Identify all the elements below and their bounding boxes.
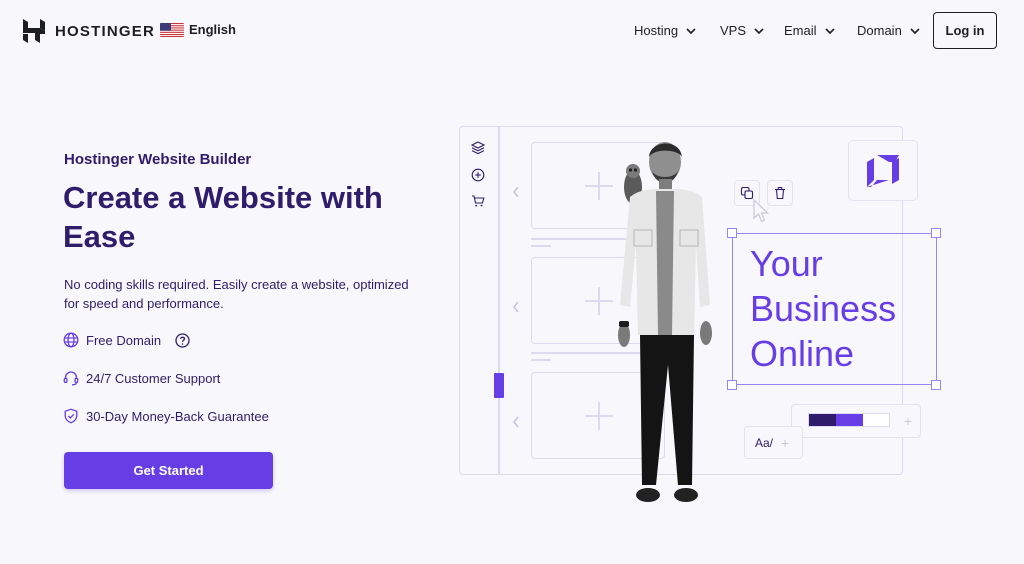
nav-label: Email [784,23,817,38]
brand-name: HOSTINGER [55,22,155,40]
get-started-button[interactable]: Get Started [64,452,273,489]
nav-hosting[interactable]: Hosting [634,23,696,38]
resize-handle-bottom-right[interactable] [931,380,941,390]
resize-handle-top-left[interactable] [727,228,737,238]
feature-label: 24/7 Customer Support [86,370,221,386]
feature-money-back: 30-Day Money-Back Guarantee [63,408,269,424]
mouse-pointer-icon [753,198,769,223]
layers-icon[interactable] [471,141,485,155]
feature-customer-support: 24/7 Customer Support [63,370,220,386]
add-color-icon[interactable]: + [904,413,912,429]
hostinger-logo-icon [23,19,45,43]
resize-handle-top-right[interactable] [931,228,941,238]
language-label: English [189,22,236,37]
canvas-headline-line: Business [750,288,897,329]
chevron-left-icon[interactable] [512,301,520,313]
nav-label: Domain [857,23,902,38]
feature-label: Free Domain [86,332,162,348]
cart-icon[interactable] [471,194,485,208]
help-icon[interactable] [175,332,190,348]
headset-icon [63,371,79,386]
person-with-owl-image [618,142,712,502]
add-font-icon[interactable]: + [781,435,789,451]
hero-subtitle: No coding skills required. Easily create… [64,277,409,311]
us-flag-icon [160,22,184,37]
login-button[interactable]: Log in [933,12,997,49]
color-palette-card: + [791,404,921,438]
nav-domain[interactable]: Domain [857,23,920,38]
language-selector[interactable]: English [160,22,236,37]
chevron-down-icon [824,27,835,34]
resize-handle-bottom-left[interactable] [727,380,737,390]
color-swatch-accent[interactable] [836,414,863,426]
chevron-down-icon [754,27,764,34]
builder-sidebar-divider [498,126,500,475]
add-circle-icon[interactable] [471,168,485,182]
feature-free-domain: Free Domain [63,332,190,348]
divider [531,359,551,361]
color-swatch-white[interactable] [863,414,889,426]
site-logo-card[interactable] [848,140,918,201]
hero-eyebrow: Hostinger Website Builder [64,151,252,168]
color-swatch-dark[interactable] [809,414,836,426]
delete-button[interactable] [767,180,793,206]
nav-vps[interactable]: VPS [720,23,764,38]
hero-title: Create a Website with Ease [63,180,383,254]
canvas-headline-line: Your [750,243,823,284]
chevron-down-icon [910,27,920,34]
builder-logo-icon [867,154,899,187]
nav-email[interactable]: Email [784,23,835,38]
feature-label: 30-Day Money-Back Guarantee [86,408,269,424]
chevron-down-icon [686,27,696,34]
chevron-left-icon[interactable] [512,186,520,198]
site-header: HOSTINGER English Hosting VPS Email Doma… [0,0,1024,62]
globe-icon [63,332,79,348]
nav-label: VPS [720,23,747,38]
color-palette [808,413,890,427]
divider [531,245,551,247]
font-style-card[interactable]: Aa/ + [744,426,803,459]
shield-check-icon [64,408,78,424]
chevron-left-icon[interactable] [512,416,520,428]
trash-icon [775,187,785,200]
canvas-headline-line: Online [750,333,855,374]
font-style-label: Aa/ [755,435,774,450]
nav-label: Hosting [634,23,679,38]
resize-handle[interactable] [494,373,504,398]
canvas-headline: Your Business Online [750,241,896,376]
hostinger-logo[interactable]: HOSTINGER [23,19,155,43]
